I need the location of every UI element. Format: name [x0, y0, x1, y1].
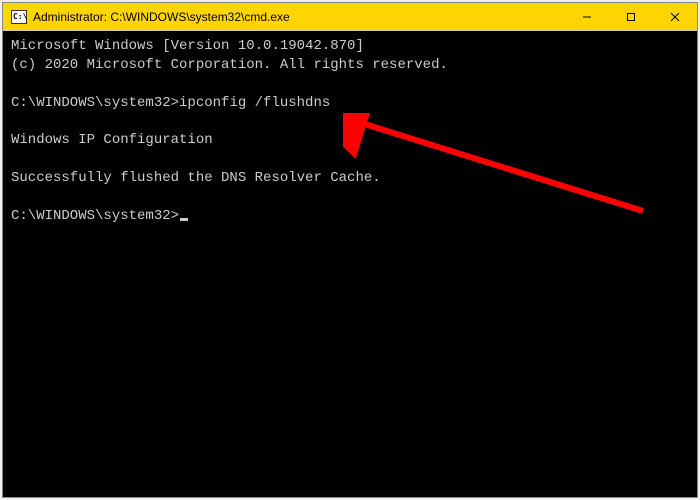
- output-header: Windows IP Configuration: [11, 132, 213, 148]
- window-title: Administrator: C:\WINDOWS\system32\cmd.e…: [33, 10, 565, 24]
- terminal-body[interactable]: Microsoft Windows [Version 10.0.19042.87…: [3, 31, 697, 497]
- minimize-button[interactable]: [565, 3, 609, 30]
- prompt-path: C:\WINDOWS\system32>: [11, 208, 179, 224]
- maximize-button[interactable]: [609, 3, 653, 30]
- cmd-window: C:\ Administrator: C:\WINDOWS\system32\c…: [2, 2, 698, 498]
- cmd-icon: C:\: [11, 10, 27, 24]
- window-controls: [565, 3, 697, 30]
- prompt-path: C:\WINDOWS\system32>: [11, 95, 179, 111]
- close-button[interactable]: [653, 3, 697, 30]
- version-line: Microsoft Windows [Version 10.0.19042.87…: [11, 38, 364, 54]
- close-icon: [670, 12, 680, 22]
- minimize-icon: [582, 12, 592, 22]
- output-result: Successfully flushed the DNS Resolver Ca…: [11, 170, 381, 186]
- prompt-command: ipconfig /flushdns: [179, 95, 330, 111]
- copyright-line: (c) 2020 Microsoft Corporation. All righ…: [11, 57, 448, 73]
- text-cursor: [180, 218, 188, 221]
- maximize-icon: [626, 12, 636, 22]
- annotation-arrow-icon: [343, 113, 663, 223]
- titlebar[interactable]: C:\ Administrator: C:\WINDOWS\system32\c…: [3, 3, 697, 31]
